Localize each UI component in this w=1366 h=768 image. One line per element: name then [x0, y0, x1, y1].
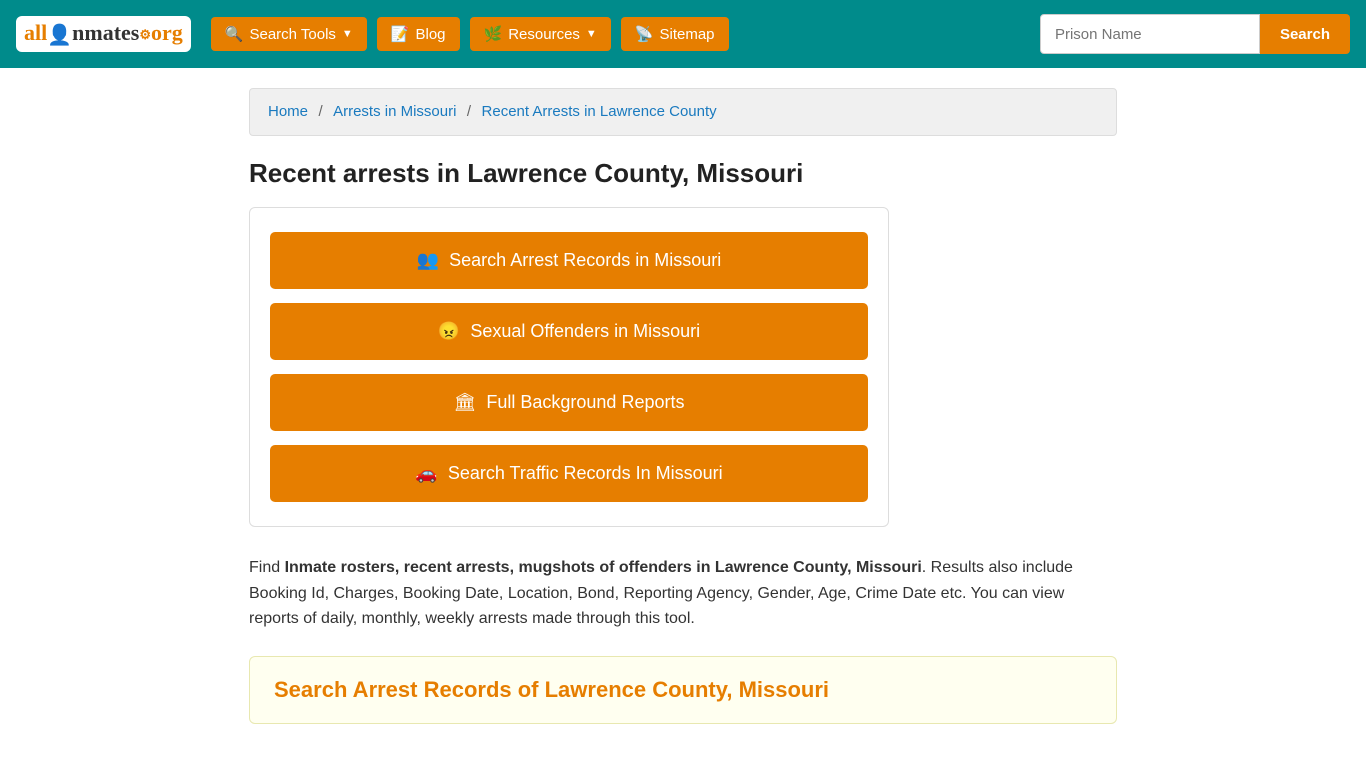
logo-inmate-icon: 👤	[47, 25, 72, 47]
search-tools-label: Search Tools	[249, 26, 335, 43]
breadcrumb-sep-1: /	[318, 103, 322, 120]
breadcrumb-sep-2: /	[467, 103, 471, 120]
search-tools-arrow: ▼	[342, 28, 353, 40]
resources-button[interactable]: 🌿 Resources ▼	[470, 17, 611, 51]
resources-icon: 🌿	[484, 25, 503, 43]
arrest-search-section: Search Arrest Records of Lawrence County…	[249, 656, 1117, 724]
logo-inmates: nmates	[72, 20, 139, 45]
sitemap-label: Sitemap	[660, 26, 715, 43]
logo-gear: ⚙	[139, 27, 151, 42]
sitemap-icon: 📡	[635, 25, 654, 43]
background-reports-button[interactable]: 🏛 Full Background Reports	[270, 374, 868, 431]
search-tools-icon: 🔍	[225, 25, 244, 43]
page-title: Recent arrests in Lawrence County, Misso…	[249, 158, 1117, 189]
blog-icon: 📝	[391, 25, 410, 43]
sexual-offenders-button[interactable]: 😠 Sexual Offenders in Missouri	[270, 303, 868, 360]
navbar-search: Search	[1040, 14, 1350, 54]
background-reports-label: Full Background Reports	[486, 392, 684, 413]
breadcrumb-home[interactable]: Home	[268, 103, 308, 120]
logo-all: all	[24, 20, 47, 45]
search-arrest-button[interactable]: 👥 Search Arrest Records in Missouri	[270, 232, 868, 289]
logo[interactable]: all👤nmates⚙org	[16, 16, 191, 51]
blog-button[interactable]: 📝 Blog	[377, 17, 460, 51]
breadcrumb-current[interactable]: Recent Arrests in Lawrence County	[482, 103, 717, 120]
search-tools-button[interactable]: 🔍 Search Tools ▼	[211, 17, 367, 51]
navbar-search-label: Search	[1280, 26, 1330, 43]
main-content: Home / Arrests in Missouri / Recent Arre…	[233, 68, 1133, 764]
background-reports-icon: 🏛	[454, 392, 477, 413]
traffic-records-label: Search Traffic Records In Missouri	[448, 463, 723, 484]
description-bold: Inmate rosters, recent arrests, mugshots…	[285, 559, 922, 576]
logo-text: all👤nmates⚙org	[24, 20, 183, 47]
prison-name-input[interactable]	[1040, 14, 1260, 54]
search-arrest-icon: 👥	[417, 250, 439, 271]
sitemap-button[interactable]: 📡 Sitemap	[621, 17, 729, 51]
logo-org: org	[151, 20, 183, 45]
breadcrumb-arrests-missouri[interactable]: Arrests in Missouri	[333, 103, 456, 120]
arrest-search-title: Search Arrest Records of Lawrence County…	[274, 677, 1092, 703]
resources-label: Resources	[508, 26, 580, 43]
breadcrumb: Home / Arrests in Missouri / Recent Arre…	[249, 88, 1117, 136]
description-intro: Find	[249, 559, 285, 576]
traffic-records-button[interactable]: 🚗 Search Traffic Records In Missouri	[270, 445, 868, 502]
traffic-records-icon: 🚗	[415, 463, 437, 484]
navbar-search-button[interactable]: Search	[1260, 14, 1350, 54]
sexual-offenders-label: Sexual Offenders in Missouri	[470, 321, 700, 342]
description: Find Inmate rosters, recent arrests, mug…	[249, 555, 1117, 632]
navbar: all👤nmates⚙org 🔍 Search Tools ▼ 📝 Blog 🌿…	[0, 0, 1366, 68]
resources-arrow: ▼	[586, 28, 597, 40]
action-buttons-box: 👥 Search Arrest Records in Missouri 😠 Se…	[249, 207, 889, 527]
sexual-offenders-icon: 😠	[438, 321, 460, 342]
blog-label: Blog	[416, 26, 446, 43]
search-arrest-label: Search Arrest Records in Missouri	[449, 250, 721, 271]
